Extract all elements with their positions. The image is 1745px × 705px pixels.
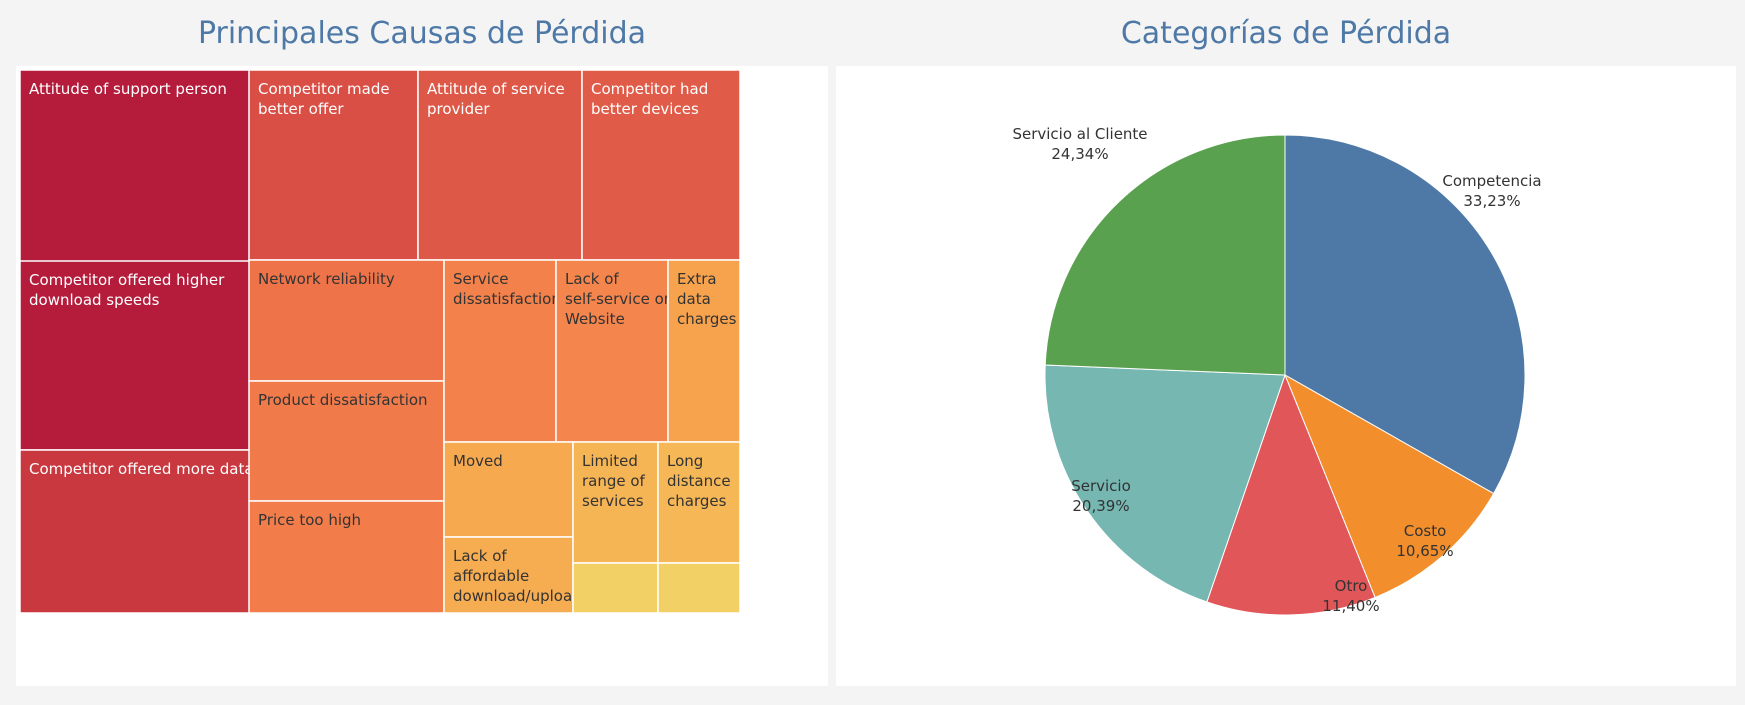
treemap-cell[interactable]: Extra data charges [667, 259, 741, 443]
treemap-cell[interactable]: Limited range of services [572, 441, 659, 564]
pie-slice-value: 33,23% [1463, 192, 1520, 210]
treemap-cell-label: Price too high [258, 511, 361, 529]
treemap-cell[interactable]: Competitor had better devices [581, 69, 741, 261]
pie-slice-name: Servicio al Cliente [1012, 125, 1147, 143]
treemap-cell-label: Attitude of support person [29, 80, 227, 98]
pie-slice-value: 11,40% [1322, 597, 1379, 615]
treemap-cell[interactable]: Long distance charges [657, 441, 741, 564]
treemap-cell[interactable]: Product dissatisfaction [248, 380, 445, 502]
treemap-cell-label: Moved [453, 452, 503, 470]
treemap-cell[interactable]: Network reliability [248, 259, 445, 382]
pie-title: Categorías de Pérdida [1120, 16, 1452, 51]
treemap-cell[interactable]: Attitude of service provider [417, 69, 583, 261]
treemap-cell[interactable]: Lack of self-service on Website [555, 259, 673, 443]
pie-slice-value: 24,34% [1051, 145, 1108, 163]
treemap-cell[interactable]: Competitor made better offer [248, 69, 419, 261]
treemap-cell[interactable] [657, 562, 741, 614]
treemap-cell[interactable]: Attitude of support person [19, 69, 251, 264]
treemap-chart[interactable]: Attitude of support person Competitor off… [16, 66, 828, 686]
treemap-cell[interactable]: Price too high [248, 500, 445, 614]
treemap-cell[interactable]: Moved [443, 441, 574, 538]
pie-slice-name: Otro [1335, 577, 1368, 595]
pie-chart[interactable]: Competencia 33,23% Costo 10,65% Otro 11,40% Se… [836, 66, 1736, 686]
pie-panel: Competencia 33,23% Costo 10,65% Otro 11,40% Se… [836, 66, 1736, 686]
pie-slice-name: Competencia [1442, 172, 1541, 190]
treemap-cell-label: Limited range of services [582, 452, 646, 510]
treemap-cell[interactable]: Lack of affordable download/upload [443, 536, 582, 614]
pie-slice-value: 10,65% [1396, 542, 1453, 560]
treemap-panel: Attitude of support person Competitor off… [16, 66, 828, 686]
treemap-cell[interactable] [572, 562, 659, 614]
treemap-cell-label: Network reliability [258, 270, 395, 288]
pie-slice-name: Costo [1404, 522, 1447, 540]
treemap-cell-label: Competitor offered more data [29, 460, 254, 478]
treemap-cell-label: Product dissatisfaction [258, 391, 428, 409]
pie-slice-value: 20,39% [1072, 497, 1129, 515]
treemap-cell[interactable]: Competitor offered higher download speeds [19, 260, 251, 451]
treemap-cell[interactable]: Service dissatisfaction [443, 259, 561, 443]
treemap-cell[interactable]: Competitor offered more data [19, 449, 254, 614]
pie-slice[interactable] [1044, 134, 1286, 376]
treemap-title: Principales Causas de Pérdida [197, 16, 647, 51]
pie-slice-name: Servicio [1071, 477, 1131, 495]
